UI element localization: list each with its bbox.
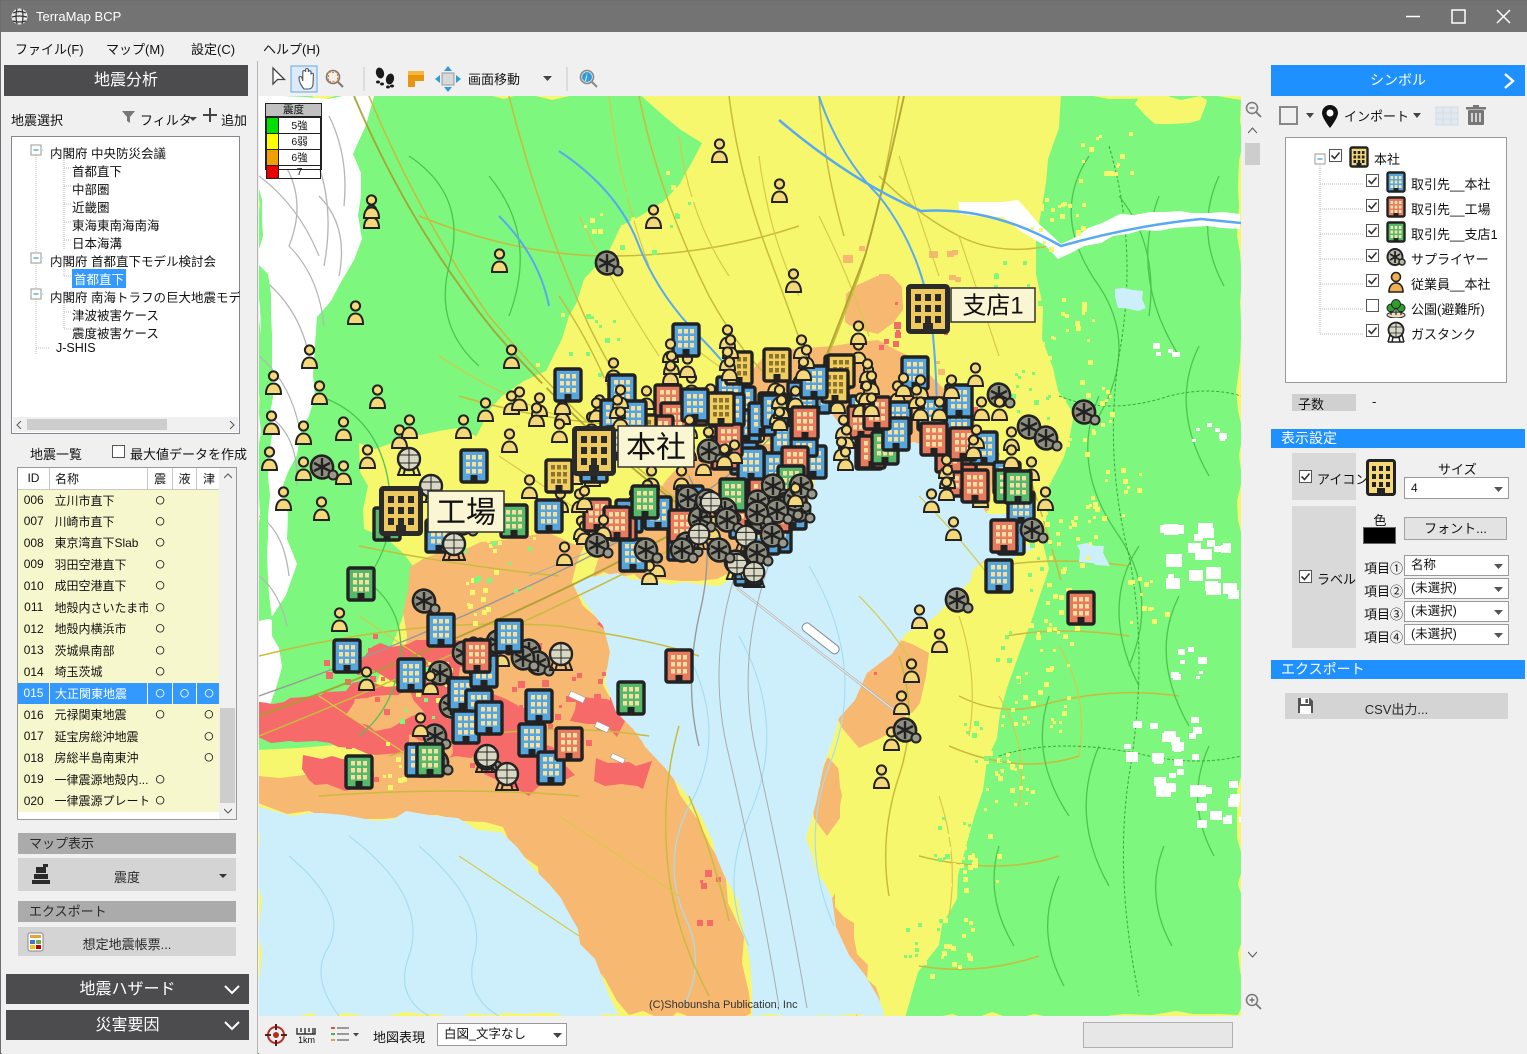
svg-text:1km: 1km: [298, 1035, 315, 1045]
svg-text:(C)Shobunsha Publication, Inc: (C)Shobunsha Publication, Inc: [649, 999, 798, 1011]
svg-text:本社: 本社: [626, 431, 686, 464]
svg-text:画面移動: 画面移動: [468, 72, 520, 87]
svg-text:インポート: インポート: [1344, 109, 1409, 124]
svg-text:工場: 工場: [436, 496, 496, 529]
svg-text:支店1: 支店1: [962, 293, 1023, 320]
